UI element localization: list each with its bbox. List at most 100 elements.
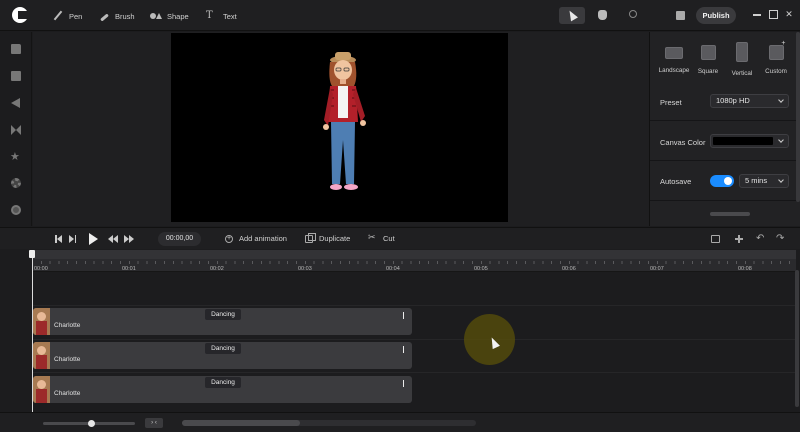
ruler-tick: 00:06 — [562, 266, 576, 272]
add-circle-icon — [225, 233, 233, 245]
playhead-handle[interactable] — [29, 250, 35, 258]
select-mode-button[interactable] — [559, 7, 585, 24]
divider — [650, 200, 800, 201]
ratio-custom-button[interactable]: Custom — [758, 40, 794, 75]
star-icon[interactable]: ★ — [10, 151, 22, 163]
shape-tool-button[interactable]: Shape — [150, 9, 189, 23]
canvas-color-label: Canvas Color — [660, 138, 706, 147]
snap-icon[interactable] — [735, 235, 744, 243]
pen-tool-button[interactable]: Pen — [52, 9, 82, 23]
gear-icon[interactable] — [11, 178, 21, 188]
ratio-landscape-button[interactable]: Landscape — [656, 42, 692, 74]
rewind-icon[interactable] — [108, 235, 118, 243]
redo-icon[interactable]: ↷ — [776, 233, 786, 245]
timeline-scrollbar[interactable] — [795, 270, 799, 407]
pan-mode-button[interactable] — [590, 7, 616, 24]
clip-character-name: Charlotte — [54, 356, 81, 363]
clip-character-name: Charlotte — [54, 322, 81, 329]
fast-forward-icon[interactable] — [124, 235, 134, 243]
clip-end-handle[interactable] — [402, 380, 404, 387]
media-icon[interactable] — [11, 71, 21, 81]
shape-tool-label: Shape — [167, 11, 189, 21]
maximize-button[interactable] — [768, 8, 778, 20]
duplicate-button[interactable]: Duplicate — [305, 233, 350, 245]
undo-icon[interactable]: ↶ — [756, 233, 766, 245]
character-thumbnail — [33, 308, 50, 335]
duplicate-label: Duplicate — [319, 234, 351, 243]
ruler-tick: 00:08 — [738, 266, 752, 272]
ruler-minor-ticks — [32, 261, 796, 264]
record-icon[interactable] — [11, 205, 21, 215]
left-sidebar: ★ — [0, 32, 32, 226]
cut-button[interactable]: Cut — [368, 231, 395, 245]
skip-to-start-icon[interactable] — [55, 235, 62, 243]
character-thumbnail — [33, 376, 50, 403]
scissors-icon — [368, 231, 377, 243]
save-icon[interactable] — [676, 11, 685, 20]
search-icon — [629, 10, 637, 18]
cursor-icon — [566, 8, 578, 22]
clip-animation-label[interactable]: Dancing — [205, 309, 241, 320]
track-separator — [32, 372, 796, 373]
divider — [650, 160, 800, 161]
shape-icon — [150, 10, 162, 22]
track-clip[interactable]: Charlotte Dancing — [33, 376, 412, 403]
clip-animation-label[interactable]: Dancing — [205, 377, 241, 388]
horizontal-scrollbar[interactable] — [182, 420, 300, 426]
clip-character-name: Charlotte — [54, 390, 81, 397]
canvas-color-swatch — [713, 137, 773, 145]
zoom-mode-button[interactable] — [621, 7, 647, 24]
ruler-strip — [32, 250, 796, 259]
preset-label: Preset — [660, 98, 682, 107]
minimize-button[interactable] — [752, 8, 762, 20]
top-toolbar: Pen Brush Shape T Text Publish ✕ — [0, 0, 800, 31]
fit-timeline-button[interactable]: › ‹ — [145, 418, 163, 428]
play-icon[interactable] — [89, 233, 98, 245]
brush-icon — [98, 10, 110, 22]
folder-icon[interactable] — [11, 44, 21, 54]
ruler-tick: 00:04 — [386, 266, 400, 272]
chevron-down-icon — [778, 97, 784, 103]
ratio-vertical-button[interactable]: Vertical — [724, 42, 760, 77]
panel-scrollbar[interactable] — [796, 32, 800, 202]
close-button[interactable]: ✕ — [784, 8, 794, 20]
ruler-tick: 00:01 — [122, 266, 136, 272]
preset-value: 1080p HD — [716, 96, 750, 105]
clip-animation-label[interactable]: Dancing — [205, 343, 241, 354]
vertical-icon — [736, 42, 748, 62]
cut-label: Cut — [383, 234, 395, 243]
track-clip[interactable]: Charlotte Dancing — [33, 342, 412, 369]
square-icon — [700, 45, 716, 60]
keyboard-icon[interactable] — [711, 235, 720, 243]
app-logo-icon — [12, 7, 28, 23]
preset-select[interactable]: 1080p HD — [710, 94, 789, 108]
autosave-toggle[interactable] — [710, 175, 734, 187]
track-separator — [32, 339, 796, 340]
zoom-slider-knob[interactable] — [88, 420, 95, 427]
pen-icon — [52, 10, 64, 22]
add-animation-button[interactable]: Add animation — [225, 233, 287, 245]
panel-scroll-indicator[interactable] — [710, 212, 750, 216]
transport-bar: 00:00,00 Add animation Duplicate Cut ↶ ↷ — [0, 227, 800, 249]
audio-icon[interactable] — [11, 98, 20, 108]
transition-icon[interactable] — [11, 125, 21, 135]
timeline-ruler[interactable]: 00:00 00:01 00:02 00:03 00:04 00:05 00:0… — [32, 250, 796, 272]
autosave-interval-select[interactable]: 5 mins — [739, 174, 789, 188]
hand-icon — [598, 10, 607, 20]
track-separator — [32, 305, 796, 306]
publish-button[interactable]: Publish — [696, 7, 736, 24]
clip-end-handle[interactable] — [402, 312, 404, 319]
custom-ratio-icon — [768, 40, 785, 60]
text-tool-button[interactable]: T Text — [206, 9, 237, 23]
ratio-square-label: Square — [697, 68, 719, 75]
landscape-icon — [665, 47, 683, 59]
brush-tool-button[interactable]: Brush — [98, 9, 135, 23]
ruler-tick: 00:05 — [474, 266, 488, 272]
skip-to-end-icon[interactable] — [69, 235, 76, 243]
track-clip[interactable]: Charlotte Dancing — [33, 308, 412, 335]
canvas-color-picker[interactable] — [710, 134, 789, 148]
clip-end-handle[interactable] — [402, 346, 404, 353]
ratio-custom-label: Custom — [765, 68, 787, 75]
character-charlotte[interactable] — [318, 50, 373, 200]
ratio-square-button[interactable]: Square — [690, 42, 726, 75]
